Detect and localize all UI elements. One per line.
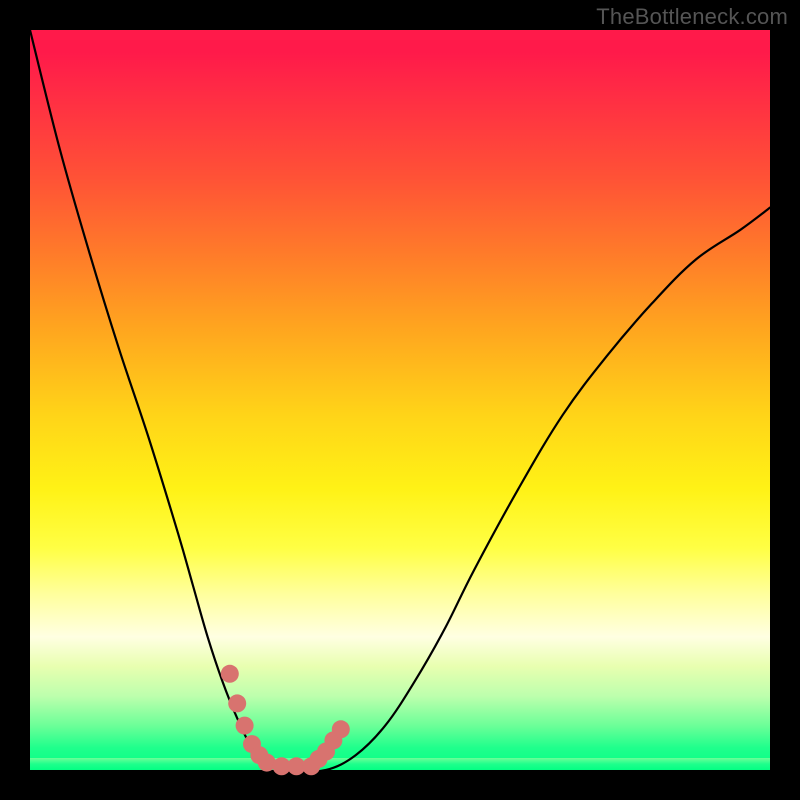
marker-dot (332, 720, 350, 738)
curve-layer (0, 0, 800, 800)
chart-frame: TheBottleneck.com (0, 0, 800, 800)
marker-dot (236, 717, 254, 735)
watermark-label: TheBottleneck.com (596, 4, 788, 30)
marker-dot (228, 694, 246, 712)
bottleneck-curve (30, 30, 770, 772)
marker-dot (221, 665, 239, 683)
optimal-band-markers (221, 665, 350, 776)
